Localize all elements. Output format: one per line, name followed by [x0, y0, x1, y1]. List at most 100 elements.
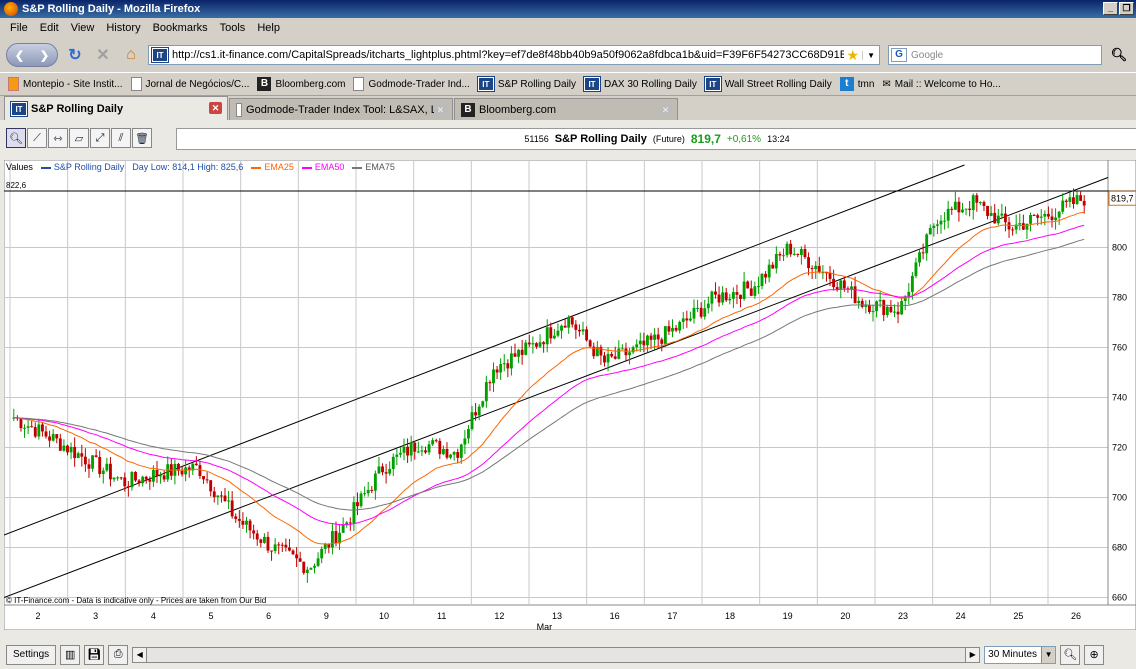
y-tick-label: 740 [1112, 393, 1127, 403]
reload-icon[interactable]: ↻ [64, 44, 86, 66]
tab-sp-rolling[interactable]: IT S&P Rolling Daily ✕ [4, 96, 228, 120]
candle-body [155, 469, 159, 477]
candle-body [1025, 223, 1029, 230]
channel-tool-icon[interactable]: ▱ [69, 128, 89, 148]
tab-godmode[interactable]: Godmode-Trader Index Tool: L&SAX, L... ✕ [229, 98, 453, 120]
candle-body [1011, 229, 1015, 231]
candle-body [882, 299, 886, 316]
home-icon[interactable]: ⌂ [120, 44, 142, 66]
horizontal-line-tool-icon[interactable]: ⇿ [48, 128, 68, 148]
search-icon[interactable]: 🔍︎ [1108, 44, 1130, 66]
candle-body [663, 326, 667, 344]
fibonacci-tool-icon[interactable]: ⤢ [90, 128, 110, 148]
forward-arrow-icon[interactable]: ❯ [40, 49, 49, 62]
candle-body [520, 349, 524, 355]
candle-body [273, 544, 277, 552]
candle-body [878, 299, 882, 302]
price-chart[interactable]: 660 680 700 720 740 760 780 800 2 3 4 5 6 9 10 11 12 13 16… [3, 159, 1136, 632]
candle-body [101, 470, 105, 475]
menu-bookmarks[interactable]: Bookmarks [147, 22, 214, 34]
x-tick-label: 26 [1071, 611, 1081, 621]
candle-body [746, 281, 750, 289]
candle-body [545, 327, 549, 345]
scroll-right-icon[interactable]: ▶ [965, 647, 980, 662]
close-tab-icon[interactable]: ✕ [434, 104, 447, 116]
candle-body [87, 464, 91, 469]
candle-body [681, 318, 685, 322]
url-dropdown-icon[interactable]: ▼ [862, 50, 879, 60]
print-icon[interactable]: ⎙ [108, 644, 129, 665]
candle-body [642, 340, 646, 346]
candle-body [305, 569, 309, 573]
candle-body [431, 440, 435, 445]
candle-body [223, 495, 227, 502]
candle-body [266, 536, 270, 551]
bookmark-tmn[interactable]: t tmn [839, 77, 874, 91]
candle-body [671, 327, 674, 332]
chevron-down-icon[interactable]: ▼ [1041, 646, 1056, 663]
y-tick-label: 660 [1112, 593, 1127, 603]
candle-body [73, 446, 77, 459]
zoom-tool-icon[interactable]: 🔍︎ [6, 128, 26, 148]
y-tick-label: 760 [1112, 343, 1127, 353]
google-icon[interactable]: G [891, 48, 907, 62]
menu-file[interactable]: File [4, 22, 34, 34]
trash-icon[interactable]: 🗑︎ [132, 128, 152, 148]
candle-body [925, 234, 929, 254]
chart-scrollbar[interactable]: ◀ ▶ [132, 646, 981, 663]
stop-icon[interactable]: ✕ [92, 44, 114, 66]
y-tick-label: 800 [1112, 243, 1127, 253]
candle-body [1064, 200, 1068, 202]
reference-level-label: 822,6 [6, 181, 27, 190]
bookmark-mail[interactable]: ✉ Mail :: Welcome to Ho... [882, 79, 1000, 90]
close-tab-icon[interactable]: ✕ [209, 102, 222, 114]
page-content: 🔍︎ ⟋ ⇿ ▱ ⤢ ⫽ 🗑︎ 51156 S&P Rolling Daily … [0, 120, 1136, 669]
interval-select[interactable]: 30 Minutes ▼ [984, 645, 1057, 664]
bookmark-bloomberg[interactable]: B Bloomberg.com [257, 77, 345, 91]
window-title: S&P Rolling Daily - Mozilla Firefox [22, 3, 201, 15]
candle-body [151, 469, 155, 482]
menu-tools[interactable]: Tools [214, 22, 252, 34]
candle-body [620, 348, 624, 350]
search-bar[interactable]: G Google [888, 45, 1102, 65]
candle-body [395, 454, 399, 457]
candle-body [366, 489, 370, 494]
save-icon[interactable]: 💾︎ [84, 644, 105, 665]
bookmark-dax[interactable]: IT DAX 30 Rolling Daily [583, 76, 697, 92]
y-tick-label: 720 [1112, 443, 1127, 453]
bookmark-wallstreet[interactable]: IT Wall Street Rolling Daily [703, 76, 832, 92]
scroll-left-icon[interactable]: ◀ [133, 647, 148, 662]
menu-edit[interactable]: Edit [34, 22, 65, 34]
bookmark-sp-rolling[interactable]: IT S&P Rolling Daily [476, 76, 576, 92]
minimize-icon[interactable]: _ [1103, 2, 1118, 15]
zoom-in-icon[interactable]: ⊕ [1084, 644, 1105, 665]
close-tab-icon[interactable]: ✕ [659, 104, 672, 116]
restore-icon[interactable]: ❐ [1119, 2, 1134, 15]
page-icon [236, 102, 243, 117]
menu-history[interactable]: History [100, 22, 146, 34]
legend-ema50: EMA50 [301, 162, 344, 172]
indicator-icon[interactable]: ▥ [60, 644, 81, 665]
bookmark-star-icon[interactable]: ★ [844, 47, 863, 64]
back-arrow-icon[interactable]: ❮ [15, 49, 24, 62]
menu-view[interactable]: View [65, 22, 101, 34]
menu-help[interactable]: Help [251, 22, 286, 34]
candle-body [348, 522, 352, 524]
quote-bar: 51156 S&P Rolling Daily (Future) 819,7 +… [176, 128, 1136, 150]
settings-button[interactable]: Settings [6, 644, 57, 665]
candle-body [910, 275, 914, 292]
zoom-out-icon[interactable]: 🔍︎ [1060, 644, 1081, 665]
url-bar[interactable]: IT http://cs1.it-finance.com/CapitalSpre… [148, 45, 880, 65]
tab-bloomberg[interactable]: B Bloomberg.com ✕ [454, 98, 678, 120]
trendline-tool-icon[interactable]: ⟋ [27, 128, 47, 148]
back-forward-button[interactable]: ❮ ❯ [6, 43, 58, 67]
url-text: http://cs1.it-finance.com/CapitalSpreads… [172, 49, 844, 61]
parallel-tool-icon[interactable]: ⫽ [111, 128, 131, 148]
candle-body [606, 353, 610, 363]
bookmark-montepio[interactable]: Montepio - Site Instit... [8, 77, 123, 91]
bookmark-godmode[interactable]: Godmode-Trader Ind... [353, 77, 470, 91]
candle-body [302, 561, 306, 573]
candle-body [588, 340, 592, 347]
bookmark-jornal[interactable]: Jornal de Negócios/C... [130, 77, 249, 91]
chart-svg[interactable]: 6606807007207407607808002 3 4 5 6 9 10 11 12 13 16… [3, 159, 1136, 632]
